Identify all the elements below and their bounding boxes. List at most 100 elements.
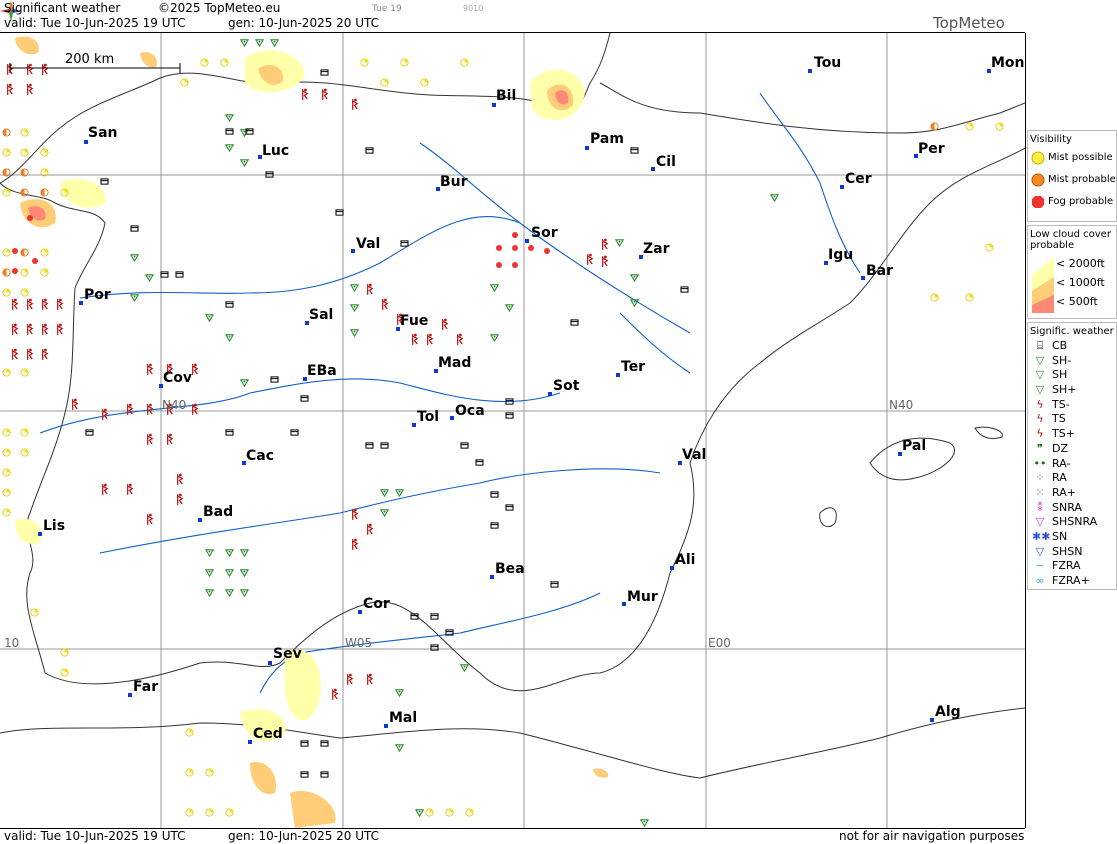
- city-label: Ocа: [455, 403, 485, 419]
- low-cloud-fields: [15, 36, 609, 828]
- legend-item-ra-: ⁙ RA+: [1028, 486, 1116, 501]
- city-label: Tol: [417, 409, 440, 425]
- city-label: Cac: [246, 448, 275, 464]
- low-cloud-scale-icon: [1032, 257, 1054, 313]
- thunderstorm-light-icon: ϟ: [1036, 397, 1044, 411]
- city-label: Sor: [531, 225, 558, 241]
- legend-item-shsn: ▽ SHSN: [1028, 545, 1116, 560]
- freezing-rain-icon: ∼: [1035, 559, 1045, 573]
- legend-sidebar: Visibility Mist possible Mist probable F…: [1026, 0, 1117, 843]
- city-label: Sal: [309, 307, 334, 323]
- legend-item-sh-: ▽ SH+: [1028, 383, 1116, 398]
- legend-item-ra: ⁘ RA: [1028, 471, 1116, 486]
- city-label: Ced: [253, 726, 283, 742]
- city-label: Cer: [845, 171, 872, 187]
- city-label: Igu: [828, 247, 854, 263]
- thunderstorm-icon: ϟ: [1036, 412, 1044, 426]
- city-label: Bar: [866, 263, 894, 279]
- copyright: ©2025 TopMeteo.eu: [158, 1, 281, 15]
- city-label: Val: [356, 236, 381, 252]
- legend-item-ts: ϟ TS: [1028, 412, 1116, 427]
- legend-item-fzra-: ∞ FZRA+: [1028, 574, 1116, 589]
- shower-light-icon: ▽: [1035, 353, 1045, 367]
- city-label: Ali: [675, 552, 696, 568]
- city-label: Lis: [43, 518, 66, 534]
- rain-light-icon: ••: [1033, 456, 1047, 470]
- legend-item-sh: ▽ SH: [1028, 368, 1116, 383]
- city-label: Bur: [440, 174, 468, 190]
- valid-time: valid: Tue 10-Jun-2025 19 UTC: [4, 16, 186, 30]
- legend-item-mist-probable: Mist probable: [1028, 169, 1116, 191]
- city-label: Cov: [163, 370, 193, 386]
- shower-heavy-icon: ▽: [1035, 383, 1045, 397]
- sleet-icon: ⁑: [1037, 500, 1043, 514]
- city-label: Ter: [621, 359, 646, 375]
- weather-map[interactable]: 200 km N40 N40 W05 E00 10 San Luc Bur Bi…: [0, 33, 1026, 828]
- visibility-legend-title: Visibility: [1030, 134, 1072, 145]
- day-stamp: Tue 19: [372, 4, 402, 14]
- rain-icon: ⁘: [1035, 471, 1045, 485]
- city-label: San: [88, 125, 118, 141]
- code-stamp: 9010: [463, 4, 484, 13]
- legend-item-shsnra: ▽ SHSNRA: [1028, 515, 1116, 530]
- disclaimer: not for air navigation purposes: [839, 829, 1025, 843]
- city-label: Mad: [438, 355, 472, 371]
- footer-valid-time: valid: Tue 10-Jun-2025 19 UTC: [4, 829, 186, 843]
- city-label: Bea: [495, 561, 525, 577]
- city-label: Cor: [363, 596, 390, 612]
- snow-shower-icon: ▽: [1035, 544, 1045, 558]
- legend-item-ra-: •• RA-: [1033, 456, 1071, 470]
- grid-label-n40-east: N40: [889, 398, 914, 412]
- city-label: Bil: [496, 88, 517, 104]
- legend-item-snra: ⁑ SNRA: [1028, 501, 1116, 516]
- legend-item-ts-: ϟ TS+: [1028, 427, 1116, 442]
- scale-label: 200 km: [65, 52, 115, 67]
- city-label: Zar: [643, 241, 670, 257]
- snow-icon: ✱✱: [1032, 529, 1051, 543]
- city-label: Bad: [203, 504, 234, 520]
- city-label: Por: [84, 287, 111, 303]
- city-label: Mal: [389, 710, 418, 726]
- map-title: Significant weather: [4, 1, 121, 15]
- footer-generation-time: gen: 10-Jun-2025 20 UTC: [228, 829, 380, 843]
- city-label: Luc: [262, 143, 290, 159]
- city-label: Fue: [400, 313, 429, 329]
- legend-item-mist-possible: Mist possible: [1028, 147, 1116, 169]
- city-label: Cil: [656, 154, 676, 170]
- sleet-shower-icon: ▽: [1035, 515, 1045, 529]
- grid-label-e00: E00: [708, 636, 731, 650]
- freezing-rain-heavy-icon: ∞: [1035, 574, 1045, 587]
- city-label: Pam: [590, 131, 624, 147]
- city-label: Far: [133, 679, 159, 695]
- weather-symbols: [2, 39, 1004, 827]
- grid-label-w05: W05: [345, 636, 373, 650]
- generation-time: gen: 10-Jun-2025 20 UTC: [228, 16, 380, 30]
- legend-item-sn: ✱✱ SN: [1032, 529, 1068, 543]
- cb-icon: ⌸: [1036, 339, 1044, 352]
- city-label: Pal: [902, 438, 927, 454]
- city-label: Mon: [991, 55, 1025, 71]
- mist-probable-icon: [1031, 173, 1045, 187]
- legend-item-sh-: ▽ SH-: [1028, 354, 1116, 369]
- thunderstorm-heavy-icon: ϟ: [1036, 427, 1044, 441]
- mist-possible-icon: [1031, 151, 1045, 165]
- signific-weather-legend: Signific. weather ⌸ CB ▽ SH- ▽ SH ▽ SH+ ϟ TS-ϟ TS ϟ…: [1027, 322, 1117, 590]
- city-label: Sot: [553, 378, 580, 394]
- city-label: Tou: [814, 55, 842, 71]
- low-cloud-legend: Low cloud cover probable < 2000ft < 1000…: [1027, 225, 1117, 319]
- graticule: [0, 33, 1025, 828]
- coastline: [0, 33, 1025, 779]
- map-canvas: [0, 33, 1025, 828]
- rain-heavy-icon: ⁙: [1035, 485, 1045, 499]
- legend-item-fzra: ∼ FZRA: [1028, 559, 1116, 574]
- grid-label-w10: 10: [4, 636, 20, 650]
- city-label: Alg: [935, 704, 961, 720]
- shower-icon: ▽: [1035, 368, 1045, 382]
- city-label: Sev: [273, 646, 302, 662]
- header-bar: Significant weather ©2025 TopMeteo.eu va…: [0, 0, 1025, 33]
- footer-bar: valid: Tue 10-Jun-2025 19 UTC gen: 10-Ju…: [0, 828, 1025, 844]
- visibility-legend: Visibility Mist possible Mist probable F…: [1027, 130, 1117, 222]
- legend-item-cb: ⌸ CB: [1028, 339, 1116, 354]
- low-cloud-legend-title: Low cloud cover probable: [1030, 229, 1111, 251]
- city-label: Val: [682, 447, 707, 463]
